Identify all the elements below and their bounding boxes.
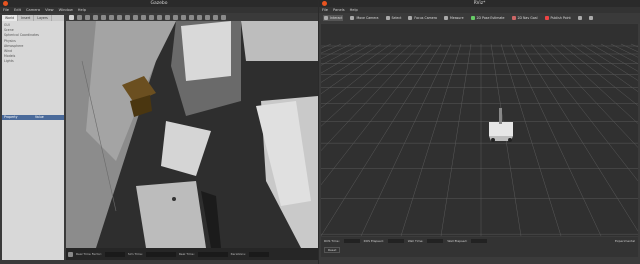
gazebo-window: Gazebo File Edit Camera View Window Help…: [0, 0, 318, 264]
real-time-factor-field: [104, 251, 125, 257]
headphones-icon[interactable]: [213, 14, 218, 20]
undo-icon[interactable]: [101, 14, 106, 20]
wall-time-label: Wall Time:: [407, 239, 424, 243]
gazebo-scene: [66, 21, 318, 248]
ros-time-field: [343, 239, 360, 243]
wall-elapsed-label: Wall Elapsed:: [447, 239, 468, 243]
reset-button[interactable]: Reset: [324, 247, 341, 253]
rviz-grid: [321, 24, 638, 236]
pose-estimate-tool[interactable]: 2D Pose Estimate: [470, 16, 505, 20]
interact-icon: [324, 16, 328, 20]
menu-help[interactable]: Help: [350, 8, 358, 12]
iterations-field: [248, 251, 269, 257]
change-view-icon[interactable]: [197, 14, 202, 20]
select-label: Select: [391, 16, 402, 20]
interact-label: Interact: [330, 16, 343, 20]
real-time-label: Real Time:: [178, 252, 195, 256]
rviz-3d-viewport[interactable]: [321, 24, 638, 236]
scale-mode-icon[interactable]: [93, 14, 98, 20]
record-icon[interactable]: [221, 14, 226, 20]
translate-mode-icon[interactable]: [77, 14, 82, 20]
move-camera-label: Move Camera: [356, 16, 379, 20]
sim-time-field: [145, 251, 176, 257]
tree-item-lights[interactable]: Lights: [4, 59, 62, 64]
ros-elapsed-field: [387, 239, 404, 243]
point-light-icon[interactable]: [141, 14, 146, 20]
sim-time-label: Sim Time:: [127, 252, 143, 256]
menu-panels[interactable]: Panels: [333, 8, 345, 12]
gazebo-status-bar: Real Time Factor: Sim Time: Real Time: I…: [66, 248, 318, 260]
menu-file[interactable]: File: [3, 8, 9, 12]
rviz-titlebar: RViz*: [319, 0, 640, 7]
redo-icon[interactable]: [109, 14, 114, 20]
select-icon: [385, 16, 390, 20]
tab-insert[interactable]: Insert: [18, 15, 35, 21]
publish-point-tool[interactable]: Publish Point: [544, 16, 571, 20]
value-column-header: Value: [35, 115, 44, 119]
pose-estimate-icon: [470, 16, 475, 20]
interact-tool[interactable]: Interact: [323, 15, 344, 21]
menu-help[interactable]: Help: [78, 8, 86, 12]
measure-tool[interactable]: Measure: [443, 16, 464, 20]
measure-icon: [443, 16, 448, 20]
sphere-shape-icon[interactable]: [125, 14, 130, 20]
pose-estimate-label: 2D Pose Estimate: [476, 16, 505, 20]
iterations-label: Iterations:: [230, 252, 246, 256]
wall-time-field: [427, 239, 444, 243]
time-panel: ROS Time: ROS Elapsed: Wall Time: Wall E…: [321, 237, 638, 257]
ros-time-label: ROS Time:: [324, 239, 340, 243]
spot-light-icon[interactable]: [149, 14, 154, 20]
directional-light-icon[interactable]: [157, 14, 162, 20]
publish-point-label: Publish Point: [550, 16, 571, 20]
select-mode-icon[interactable]: [69, 14, 74, 20]
gazebo-toolbar: [66, 13, 318, 21]
tab-world[interactable]: World: [2, 15, 19, 21]
gazebo-3d-viewport[interactable]: [66, 21, 318, 248]
cylinder-shape-icon[interactable]: [133, 14, 138, 20]
wall-elapsed-field: [471, 239, 488, 243]
nav-goal-icon: [511, 16, 516, 20]
experimental-checkbox-label[interactable]: Experimental: [615, 239, 635, 243]
move-camera-tool[interactable]: Move Camera: [350, 16, 379, 20]
rviz-toolbar: Interact Move Camera Select Focus Camera…: [319, 13, 640, 23]
gazebo-title: Gazebo: [150, 1, 168, 6]
real-time-field: [197, 251, 228, 257]
align-icon[interactable]: [181, 14, 186, 20]
rviz-title: RViz*: [473, 1, 486, 6]
property-column-header: Property: [4, 115, 18, 119]
play-icon[interactable]: [68, 251, 73, 257]
nav-goal-tool[interactable]: 2D Nav Goal: [511, 16, 538, 20]
property-header: Property Value: [2, 115, 64, 120]
real-time-factor-label: Real Time Factor:: [76, 252, 102, 256]
box-shape-icon[interactable]: [117, 14, 122, 20]
rotate-mode-icon[interactable]: [85, 14, 90, 20]
remove-tool-button[interactable]: [588, 16, 593, 20]
add-tool-button[interactable]: [577, 16, 582, 20]
tab-layers[interactable]: Layers: [34, 15, 52, 21]
snap-icon[interactable]: [189, 14, 194, 20]
menu-edit[interactable]: Edit: [14, 8, 21, 12]
publish-point-icon: [544, 16, 549, 20]
menu-file[interactable]: File: [322, 8, 328, 12]
nav-goal-label: 2D Nav Goal: [517, 16, 538, 20]
menu-window[interactable]: Window: [59, 8, 73, 12]
gazebo-titlebar: Gazebo: [0, 0, 318, 7]
paste-icon[interactable]: [173, 14, 178, 20]
move-camera-icon: [350, 16, 355, 20]
ros-elapsed-label: ROS Elapsed:: [363, 239, 384, 243]
focus-camera-tool[interactable]: Focus Camera: [408, 16, 437, 20]
gazebo-left-panel: World Insert Layers GUI Scene Spherical …: [2, 15, 64, 260]
select-tool[interactable]: Select: [385, 16, 402, 20]
measure-label: Measure: [449, 16, 464, 20]
menu-view[interactable]: View: [45, 8, 54, 12]
screenshot-icon[interactable]: [205, 14, 210, 20]
menu-camera[interactable]: Camera: [26, 8, 40, 12]
rviz-window: RViz* File Panels Help Interact Move Cam…: [319, 0, 640, 264]
focus-camera-icon: [408, 16, 413, 20]
world-tree: GUI Scene Spherical Coordinates Physics …: [2, 21, 64, 67]
focus-camera-label: Focus Camera: [414, 16, 437, 20]
plus-icon: [577, 16, 582, 20]
copy-icon[interactable]: [165, 14, 170, 20]
minus-icon: [588, 16, 593, 20]
